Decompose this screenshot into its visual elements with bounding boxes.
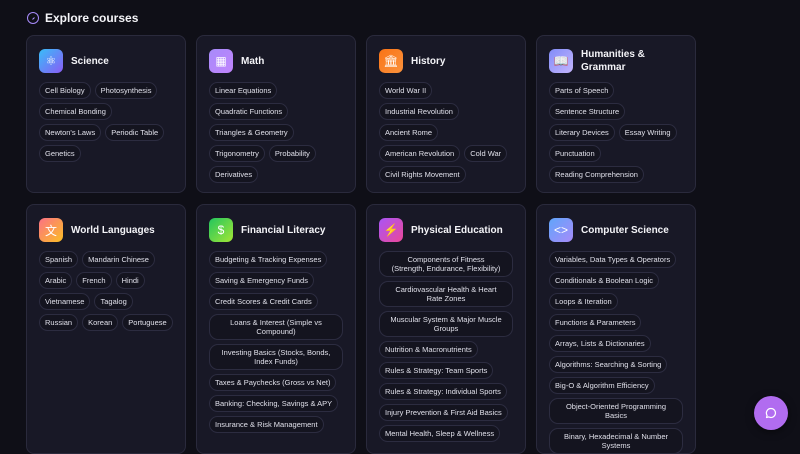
dumbbell-icon: ⚡ [379,218,403,242]
topic-chip[interactable]: Binary, Hexadecimal & Number Systems [549,428,683,453]
topic-chip[interactable]: Tagalog [94,293,133,310]
topic-chip[interactable]: Parts of Speech [549,82,615,99]
topic-chip[interactable]: Investing Basics (Stocks, Bonds, Index F… [209,344,343,370]
topic-chip[interactable]: Punctuation [549,145,601,162]
topic-chip[interactable]: Hindi [115,272,145,289]
topic-chip[interactable]: Banking: Checking, Savings & APY [209,395,339,412]
topic-chip[interactable]: Korean [82,314,119,331]
course-title: History [411,55,446,67]
topic-chip[interactable]: Spanish [39,251,79,268]
course-title: Science [71,55,109,67]
course-title: Physical Education [411,224,503,236]
course-card-humanities: 📖 Humanities & Grammar Parts of Speech S… [536,35,696,193]
topic-chip[interactable]: Arabic [39,272,73,289]
topic-chip[interactable]: Industrial Revolution [379,103,459,120]
topic-chip[interactable]: Nutrition & Macronutrients [379,341,478,358]
course-title: World Languages [71,224,155,236]
topic-chip[interactable]: Mental Health, Sleep & Wellness [379,425,501,442]
chat-button[interactable] [754,396,788,430]
code-icon: <> [549,218,573,242]
course-card-science: ⚛ Science Cell Biology Photosynthesis Ch… [26,35,186,193]
topic-chip[interactable]: Algorithms: Searching & Sorting [549,356,668,373]
topic-chip[interactable]: Big-O & Algorithm Efficiency [549,377,655,394]
course-card-world-languages: 文 World Languages Spanish Mandarin Chine… [26,204,186,454]
atom-icon: ⚛ [39,49,63,73]
course-title: Humanities & Grammar [581,49,645,73]
topic-chip[interactable]: Budgeting & Tracking Expenses [209,251,328,268]
topic-chip[interactable]: French [76,272,112,289]
topic-chip[interactable]: Muscular System & Major Muscle Groups [379,311,513,337]
topic-chip[interactable]: Quadratic Functions [209,103,289,120]
chat-icon [765,407,777,419]
course-title: Computer Science [581,224,669,236]
topic-chip[interactable]: Components of Fitness (Strength, Enduran… [379,251,513,277]
course-title: Math [241,55,265,67]
topic-chip[interactable]: Genetics [39,145,81,162]
topic-chip[interactable]: Triangles & Geometry [209,124,294,141]
topic-chip[interactable]: Linear Equations [209,82,278,99]
course-card-physical-education: ⚡ Physical Education Components of Fitne… [366,204,526,454]
topic-chip[interactable]: Loans & Interest (Simple vs Compound) [209,314,343,340]
topic-chip[interactable]: Arrays, Lists & Dictionaries [549,335,651,352]
topic-chip[interactable]: Chemical Bonding [39,103,112,120]
course-card-math: ▦ Math Linear Equations Quadratic Functi… [196,35,356,193]
dollar-icon: $ [209,218,233,242]
topic-chip[interactable]: World War II [379,82,433,99]
course-card-history: 🏛 History World War II Industrial Revolu… [366,35,526,193]
topic-chip[interactable]: Sentence Structure [549,103,626,120]
course-card-financial-literacy: $ Financial Literacy Budgeting & Trackin… [196,204,356,454]
topic-chip[interactable]: Trigonometry [209,145,265,162]
topic-chip[interactable]: Conditionals & Boolean Logic [549,272,659,289]
compass-icon [27,12,39,24]
topic-chip[interactable]: Ancient Rome [379,124,439,141]
calculator-icon: ▦ [209,49,233,73]
topic-chip[interactable]: Portuguese [122,314,173,331]
page-title: Explore courses [45,11,139,25]
topic-chip[interactable]: Cardiovascular Health & Heart Rate Zones [379,281,513,307]
topic-chip[interactable]: Photosynthesis [94,82,158,99]
topic-chip[interactable]: Object-Oriented Programming Basics [549,398,683,424]
topic-chip[interactable]: Rules & Strategy: Team Sports [379,362,494,379]
topic-chip[interactable]: Periodic Table [105,124,165,141]
topic-chip[interactable]: Functions & Parameters [549,314,642,331]
course-title: Financial Literacy [241,224,326,236]
topic-chip[interactable]: Probability [268,145,316,162]
topic-chip[interactable]: Russian [39,314,79,331]
topic-chip[interactable]: Saving & Emergency Funds [209,272,314,289]
topic-chip[interactable]: Taxes & Paychecks (Gross vs Net) [209,374,337,391]
book-icon: 📖 [549,49,573,73]
topic-chip[interactable]: Cold War [464,145,508,162]
topic-chip[interactable]: Credit Scores & Credit Cards [209,293,318,310]
topic-chip[interactable]: Literary Devices [549,124,615,141]
topic-chip[interactable]: Rules & Strategy: Individual Sports [379,383,507,400]
topic-chip[interactable]: Newton's Laws [39,124,102,141]
course-card-computer-science: <> Computer Science Variables, Data Type… [536,204,696,454]
topic-chip[interactable]: Variables, Data Types & Operators [549,251,677,268]
page-header: Explore courses [27,11,138,25]
course-grid: ⚛ Science Cell Biology Photosynthesis Ch… [26,35,696,454]
topic-chip[interactable]: American Revolution [379,145,461,162]
topic-chip[interactable]: Vietnamese [39,293,91,310]
topic-chip[interactable]: Insurance & Risk Management [209,416,324,433]
topic-chip[interactable]: Essay Writing [618,124,677,141]
topic-chip[interactable]: Derivatives [209,166,259,183]
topic-chip[interactable]: Mandarin Chinese [82,251,155,268]
landmark-icon: 🏛 [379,49,403,73]
topic-chip[interactable]: Civil Rights Movement [379,166,466,183]
topic-chip[interactable]: Loops & Iteration [549,293,618,310]
topic-chip[interactable]: Reading Comprehension [549,166,644,183]
topic-chip[interactable]: Cell Biology [39,82,91,99]
translate-icon: 文 [39,218,63,242]
topic-chip[interactable]: Injury Prevention & First Aid Basics [379,404,508,421]
